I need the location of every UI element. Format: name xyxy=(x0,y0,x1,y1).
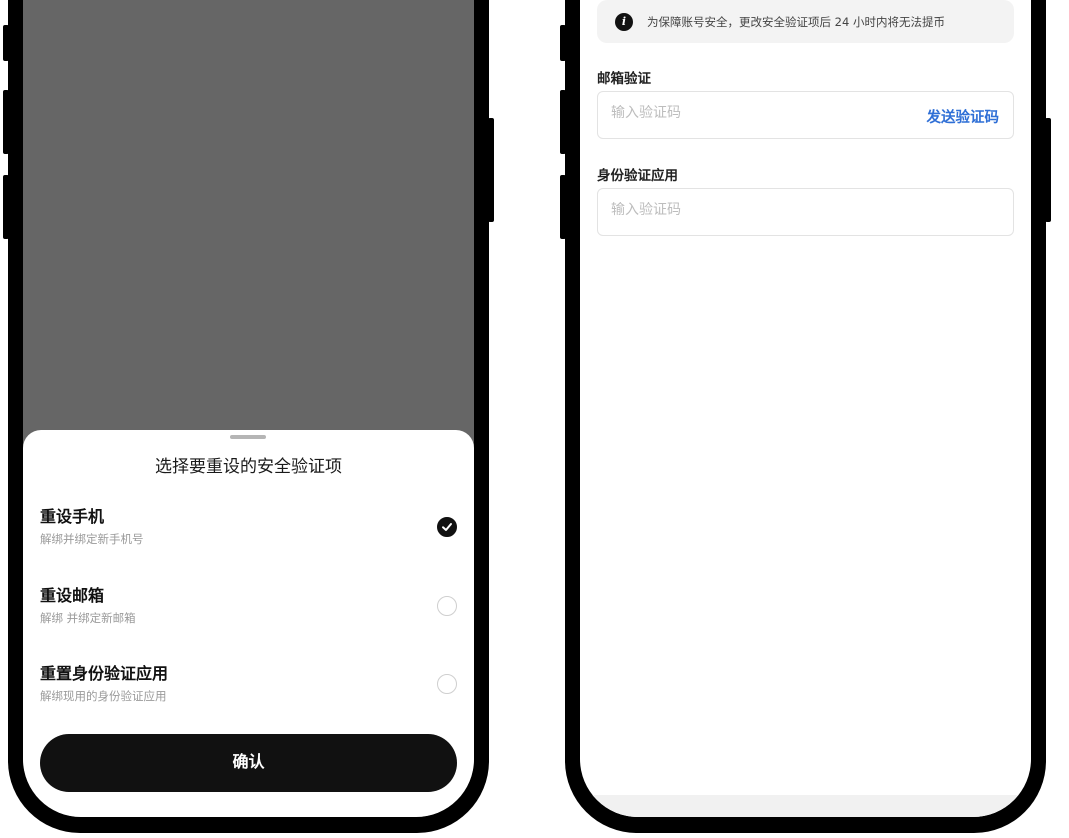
volume-up-button xyxy=(560,90,566,154)
option-title: 重设邮箱 xyxy=(40,586,105,605)
power-button xyxy=(488,118,494,222)
send-code-link[interactable]: 发送验证码 xyxy=(927,106,1000,127)
info-icon: i xyxy=(615,13,633,31)
authenticator-code-input[interactable] xyxy=(611,202,891,218)
sheet-grabber[interactable] xyxy=(230,435,266,439)
email-code-field: 发送验证码 xyxy=(597,91,1014,139)
radio-checked-icon[interactable] xyxy=(437,517,457,537)
option-desc: 解绑 并绑定新邮箱 xyxy=(40,611,136,625)
authenticator-code-field xyxy=(597,188,1014,236)
phone-frame-left: 选择要重设的安全验证项 重设手机 解绑并绑定新手机号 重设邮箱 解绑 并绑定新邮… xyxy=(3,0,494,833)
option-desc: 解绑并绑定新手机号 xyxy=(40,532,144,546)
radio-unchecked-icon[interactable] xyxy=(437,674,457,694)
option-reset-phone[interactable]: 重设手机 解绑并绑定新手机号 xyxy=(40,503,457,559)
volume-down-button xyxy=(560,175,566,239)
authenticator-label: 身份验证应用 xyxy=(597,168,678,184)
confirm-button[interactable]: 确认 xyxy=(40,734,457,792)
option-title: 重置身份验证应用 xyxy=(40,664,169,683)
option-title: 重设手机 xyxy=(40,507,105,526)
option-reset-authenticator[interactable]: 重置身份验证应用 解绑现用的身份验证应用 xyxy=(40,660,457,716)
side-button xyxy=(560,25,566,61)
power-button xyxy=(1045,118,1051,222)
email-code-input[interactable] xyxy=(611,105,891,121)
bottom-bar xyxy=(580,795,1031,817)
screen-right: i 为保障账号安全，更改安全验证项后 24 小时内将无法提币 邮箱验证 发送验证… xyxy=(580,0,1031,817)
side-button xyxy=(3,25,9,61)
phone-frame-right: i 为保障账号安全，更改安全验证项后 24 小时内将无法提币 邮箱验证 发送验证… xyxy=(560,0,1051,833)
volume-up-button xyxy=(3,90,9,154)
sheet-title: 选择要重设的安全验证项 xyxy=(155,457,342,477)
volume-down-button xyxy=(3,175,9,239)
email-verification-label: 邮箱验证 xyxy=(597,71,651,87)
option-reset-email[interactable]: 重设邮箱 解绑 并绑定新邮箱 xyxy=(40,582,457,638)
option-desc: 解绑现用的身份验证应用 xyxy=(40,689,167,703)
security-notice: i 为保障账号安全，更改安全验证项后 24 小时内将无法提币 xyxy=(597,0,1014,43)
radio-unchecked-icon[interactable] xyxy=(437,596,457,616)
screen-left: 选择要重设的安全验证项 重设手机 解绑并绑定新手机号 重设邮箱 解绑 并绑定新邮… xyxy=(23,0,474,817)
notice-text: 为保障账号安全，更改安全验证项后 24 小时内将无法提币 xyxy=(647,15,945,29)
